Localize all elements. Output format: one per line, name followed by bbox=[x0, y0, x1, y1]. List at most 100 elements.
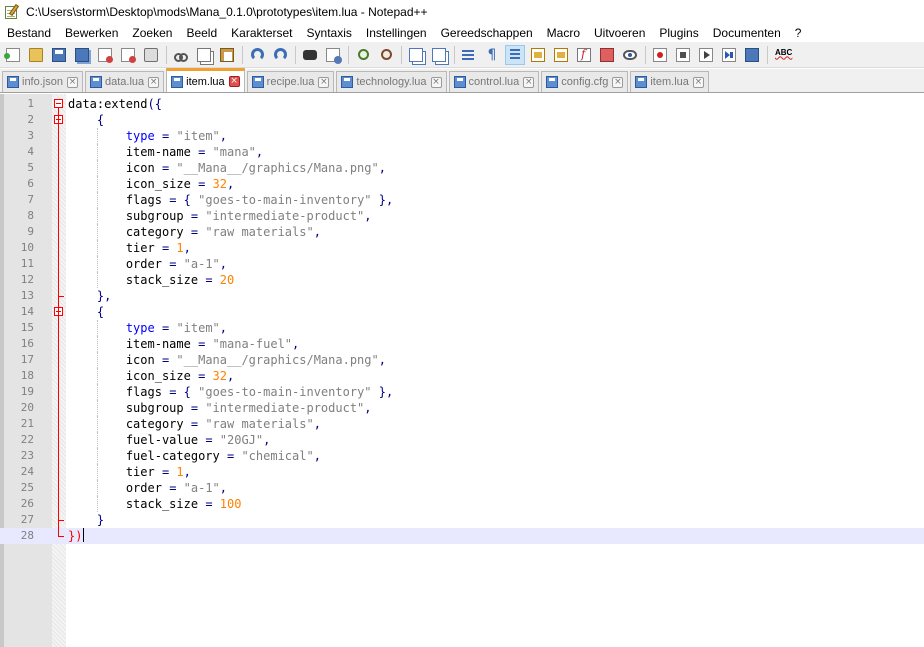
code-line[interactable]: 3 type = "item", bbox=[0, 128, 924, 144]
sync-horizontal-button[interactable] bbox=[429, 45, 449, 65]
redo-button[interactable] bbox=[270, 45, 290, 65]
open-file-button[interactable] bbox=[26, 45, 46, 65]
code-line[interactable]: 7 flags = { "goes-to-main-inventory" }, bbox=[0, 192, 924, 208]
run-macro-multiple-button[interactable] bbox=[719, 45, 739, 65]
word-wrap-button[interactable] bbox=[459, 45, 479, 65]
cut-button[interactable] bbox=[171, 45, 191, 65]
stop-macro-button[interactable] bbox=[673, 45, 693, 65]
code-line[interactable]: 21 category = "raw materials", bbox=[0, 416, 924, 432]
tab-config-cfg[interactable]: config.cfg × bbox=[541, 71, 629, 92]
menu-documenten[interactable]: Documenten bbox=[706, 24, 788, 42]
tab-close-icon[interactable]: × bbox=[523, 76, 535, 88]
tab-close-icon[interactable]: × bbox=[430, 76, 442, 88]
tab-close-icon[interactable]: × bbox=[692, 76, 704, 88]
menu-instellingen[interactable]: Instellingen bbox=[359, 24, 434, 42]
menu-plugins[interactable]: Plugins bbox=[652, 24, 705, 42]
close-button[interactable] bbox=[95, 45, 115, 65]
code-line[interactable]: 6 icon_size = 32, bbox=[0, 176, 924, 192]
menu-uitvoeren[interactable]: Uitvoeren bbox=[587, 24, 652, 42]
replace-button[interactable] bbox=[323, 45, 343, 65]
menu-karakterset[interactable]: Karakterset bbox=[224, 24, 299, 42]
code-line[interactable]: 23 fuel-category = "chemical", bbox=[0, 448, 924, 464]
code-line[interactable]: 24 tier = 1, bbox=[0, 464, 924, 480]
code-line[interactable]: 12 stack_size = 20 bbox=[0, 272, 924, 288]
menu-bewerken[interactable]: Bewerken bbox=[58, 24, 125, 42]
code-line[interactable]: 4 item-name = "mana", bbox=[0, 144, 924, 160]
function-list-button[interactable] bbox=[574, 45, 594, 65]
tab-close-icon[interactable]: × bbox=[66, 76, 78, 88]
tab-data-lua[interactable]: data.lua × bbox=[84, 71, 165, 92]
folder-workspace-button[interactable] bbox=[597, 45, 617, 65]
code-editor[interactable]: 1 data:extend({2{3 type = "item", 4 item-nam… bbox=[0, 94, 924, 647]
menu-macro[interactable]: Macro bbox=[540, 24, 587, 42]
code-line[interactable]: 2{ bbox=[0, 112, 924, 128]
line-number: 4 bbox=[27, 145, 34, 158]
indent-guide bbox=[96, 256, 98, 272]
copy-button[interactable] bbox=[194, 45, 214, 65]
fold-toggle-icon[interactable] bbox=[54, 99, 63, 108]
code-line[interactable]: 18 icon_size = 32, bbox=[0, 368, 924, 384]
code-line[interactable]: 22 fuel-value = "20GJ", bbox=[0, 432, 924, 448]
code-token: , bbox=[219, 481, 228, 495]
menu-gereedschappen[interactable]: Gereedschappen bbox=[434, 24, 540, 42]
menu-zoeken[interactable]: Zoeken bbox=[125, 24, 179, 42]
doc-map-button[interactable] bbox=[551, 45, 571, 65]
tab-close-icon[interactable]: × bbox=[228, 76, 240, 87]
code-line[interactable]: 11 order = "a-1", bbox=[0, 256, 924, 272]
code-line[interactable]: 28}) bbox=[0, 528, 924, 544]
fold-line bbox=[58, 108, 59, 536]
code-line[interactable]: 14 { bbox=[0, 304, 924, 320]
code-line[interactable]: 1 data:extend({ bbox=[0, 96, 924, 112]
line-number: 2 bbox=[27, 113, 34, 126]
tab-close-icon[interactable]: × bbox=[612, 76, 624, 88]
code-line[interactable]: 13}, bbox=[0, 288, 924, 304]
paste-button[interactable] bbox=[217, 45, 237, 65]
tab-close-icon[interactable]: × bbox=[318, 76, 330, 88]
tab-item-lua[interactable]: item.lua × bbox=[630, 71, 709, 92]
close-all-button[interactable] bbox=[118, 45, 138, 65]
code-token: type bbox=[125, 129, 155, 143]
show-all-chars-button[interactable]: ¶ bbox=[482, 45, 502, 65]
find-button[interactable] bbox=[300, 45, 320, 65]
menu-syntaxis[interactable]: Syntaxis bbox=[300, 24, 359, 42]
indent-guide-button[interactable] bbox=[505, 44, 525, 65]
code-line[interactable]: 10 tier = 1, bbox=[0, 240, 924, 256]
tab-info-json[interactable]: info.json × bbox=[2, 71, 83, 92]
notepad-plus-plus-icon[interactable] bbox=[4, 3, 20, 20]
code-line[interactable]: 9 category = "raw materials", bbox=[0, 224, 924, 240]
code-line[interactable]: 15 type = "item", bbox=[0, 320, 924, 336]
monitoring-button[interactable] bbox=[620, 45, 640, 65]
indent-guide bbox=[96, 160, 98, 176]
menu-help[interactable]: ? bbox=[788, 24, 809, 42]
code-line[interactable]: 27} bbox=[0, 512, 924, 528]
tab-recipe-lua[interactable]: recipe.lua × bbox=[246, 71, 335, 92]
tab-item-lua[interactable]: item.lua × bbox=[166, 68, 245, 92]
code-line[interactable]: 5 icon = "__Mana__/graphics/Mana.png", bbox=[0, 160, 924, 176]
code-line[interactable]: 20 subgroup = "intermediate-product", bbox=[0, 400, 924, 416]
undo-button[interactable] bbox=[247, 45, 267, 65]
zoom-out-button[interactable] bbox=[376, 45, 396, 65]
menu-beeld[interactable]: Beeld bbox=[179, 24, 224, 42]
new-file-button[interactable] bbox=[3, 45, 23, 65]
tab-close-icon[interactable]: × bbox=[148, 76, 160, 88]
tab-technology-lua[interactable]: technology.lua × bbox=[336, 71, 447, 92]
zoom-in-button[interactable] bbox=[353, 45, 373, 65]
save-macro-button[interactable] bbox=[742, 45, 762, 65]
print-button[interactable] bbox=[141, 45, 161, 65]
code-line[interactable]: 17 icon = "__Mana__/graphics/Mana.png", bbox=[0, 352, 924, 368]
sync-vertical-button[interactable] bbox=[406, 45, 426, 65]
menu-bestand[interactable]: Bestand bbox=[0, 24, 58, 42]
code-line[interactable]: 16 item-name = "mana-fuel", bbox=[0, 336, 924, 352]
code-line[interactable]: 8 subgroup = "intermediate-product", bbox=[0, 208, 924, 224]
record-macro-button[interactable] bbox=[650, 45, 670, 65]
tab-control-lua[interactable]: control.lua × bbox=[448, 71, 540, 92]
code-line[interactable]: 25 order = "a-1", bbox=[0, 480, 924, 496]
spell-check-button[interactable]: ABC bbox=[772, 45, 792, 65]
toolbar: ¶ ABC bbox=[0, 42, 924, 68]
save-button[interactable] bbox=[49, 45, 69, 65]
user-language-button[interactable] bbox=[528, 45, 548, 65]
code-line[interactable]: 26 stack_size = 100 bbox=[0, 496, 924, 512]
save-all-button[interactable] bbox=[72, 45, 92, 65]
play-macro-button[interactable] bbox=[696, 45, 716, 65]
code-line[interactable]: 19 flags = { "goes-to-main-inventory" }, bbox=[0, 384, 924, 400]
